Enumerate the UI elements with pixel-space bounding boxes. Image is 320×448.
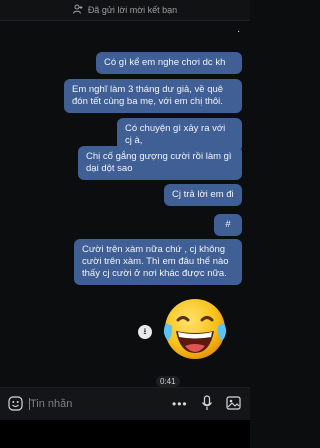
message-bubble[interactable]: Em nghĩ làm 3 tháng dư giả, về quê đón t… bbox=[64, 79, 242, 113]
message-composer: ••• bbox=[0, 387, 250, 420]
message-bubble[interactable]: # bbox=[214, 214, 242, 236]
emoji-icon[interactable] bbox=[8, 396, 23, 416]
image-icon[interactable] bbox=[226, 396, 241, 415]
chat-header-status: Đã gửi lời mời kết bạn bbox=[0, 0, 250, 21]
message-input[interactable] bbox=[30, 396, 150, 412]
download-icon[interactable]: ⭳ bbox=[138, 325, 152, 339]
more-icon[interactable]: ••• bbox=[172, 397, 188, 411]
message-bubble[interactable]: Cj trả lời em đi bbox=[164, 184, 242, 206]
message-bubble[interactable]: . bbox=[237, 24, 240, 35]
message-bubble[interactable]: Chị cố gắng gượng cười rồi làm gì dại dộ… bbox=[78, 146, 242, 180]
add-friend-icon bbox=[72, 4, 83, 16]
mic-icon[interactable] bbox=[201, 395, 213, 416]
laughing-emoji-icon bbox=[163, 299, 227, 359]
message-bubble[interactable]: Cười trên xàm nữa chứ , cj không cười tr… bbox=[74, 239, 242, 285]
friend-request-status-text: Đã gửi lời mời kết bạn bbox=[87, 5, 178, 15]
voice-duration-badge: 0:41 bbox=[156, 376, 180, 387]
laughing-emoji-sticker[interactable] bbox=[160, 293, 230, 363]
system-navigation-bar bbox=[0, 420, 250, 448]
message-bubble[interactable]: Có gì kể em nghe chơi dc kh bbox=[96, 52, 242, 74]
